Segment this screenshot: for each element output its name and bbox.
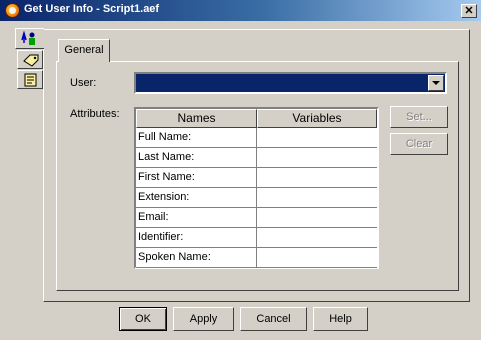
tab-general[interactable]: General bbox=[58, 39, 110, 62]
row-name: Last Name: bbox=[136, 148, 257, 167]
row-variable[interactable] bbox=[257, 188, 377, 207]
row-name: Email: bbox=[136, 208, 257, 227]
table-row[interactable]: Email: bbox=[136, 208, 377, 228]
chevron-down-icon[interactable] bbox=[428, 75, 444, 91]
row-name: First Name: bbox=[136, 168, 257, 187]
notes-icon bbox=[24, 73, 37, 87]
table-row[interactable]: Identifier: bbox=[136, 228, 377, 248]
ok-button[interactable]: OK bbox=[119, 307, 167, 331]
row-variable[interactable] bbox=[257, 128, 377, 147]
window-title: Get User Info - Script1.aef bbox=[24, 3, 160, 15]
row-variable[interactable] bbox=[257, 168, 377, 187]
apply-button[interactable]: Apply bbox=[173, 307, 234, 331]
set-button[interactable]: Set... bbox=[390, 106, 448, 128]
table-row[interactable]: Extension: bbox=[136, 188, 377, 208]
attributes-table[interactable]: Names Variables Full Name: Last Name: Fi… bbox=[134, 107, 379, 269]
side-tab-user[interactable] bbox=[15, 28, 44, 49]
row-variable[interactable] bbox=[257, 248, 377, 267]
row-name: Identifier: bbox=[136, 228, 257, 247]
row-name: Full Name: bbox=[136, 128, 257, 147]
help-button[interactable]: Help bbox=[313, 307, 368, 331]
side-tab-tag[interactable] bbox=[17, 50, 43, 69]
table-row[interactable]: Full Name: bbox=[136, 128, 377, 148]
title-bar: Get User Info - Script1.aef ✕ bbox=[0, 0, 481, 21]
row-variable[interactable] bbox=[257, 228, 377, 247]
clear-button[interactable]: Clear bbox=[390, 133, 448, 155]
cancel-button[interactable]: Cancel bbox=[240, 307, 307, 331]
close-button[interactable]: ✕ bbox=[461, 4, 477, 18]
user-label: User: bbox=[70, 77, 97, 89]
table-row[interactable]: First Name: bbox=[136, 168, 377, 188]
app-icon bbox=[5, 3, 20, 18]
table-row[interactable]: Last Name: bbox=[136, 148, 377, 168]
user-select[interactable] bbox=[134, 72, 447, 94]
row-name: Spoken Name: bbox=[136, 248, 257, 267]
column-header-variables[interactable]: Variables bbox=[257, 109, 377, 128]
row-variable[interactable] bbox=[257, 208, 377, 227]
attributes-label: Attributes: bbox=[70, 108, 120, 120]
table-row[interactable]: Spoken Name: bbox=[136, 248, 377, 268]
side-tab-notes[interactable] bbox=[17, 70, 43, 89]
tag-icon bbox=[23, 54, 39, 67]
row-variable[interactable] bbox=[257, 148, 377, 167]
row-name: Extension: bbox=[136, 188, 257, 207]
column-header-names[interactable]: Names bbox=[136, 109, 257, 128]
user-arrows-icon bbox=[21, 31, 35, 45]
